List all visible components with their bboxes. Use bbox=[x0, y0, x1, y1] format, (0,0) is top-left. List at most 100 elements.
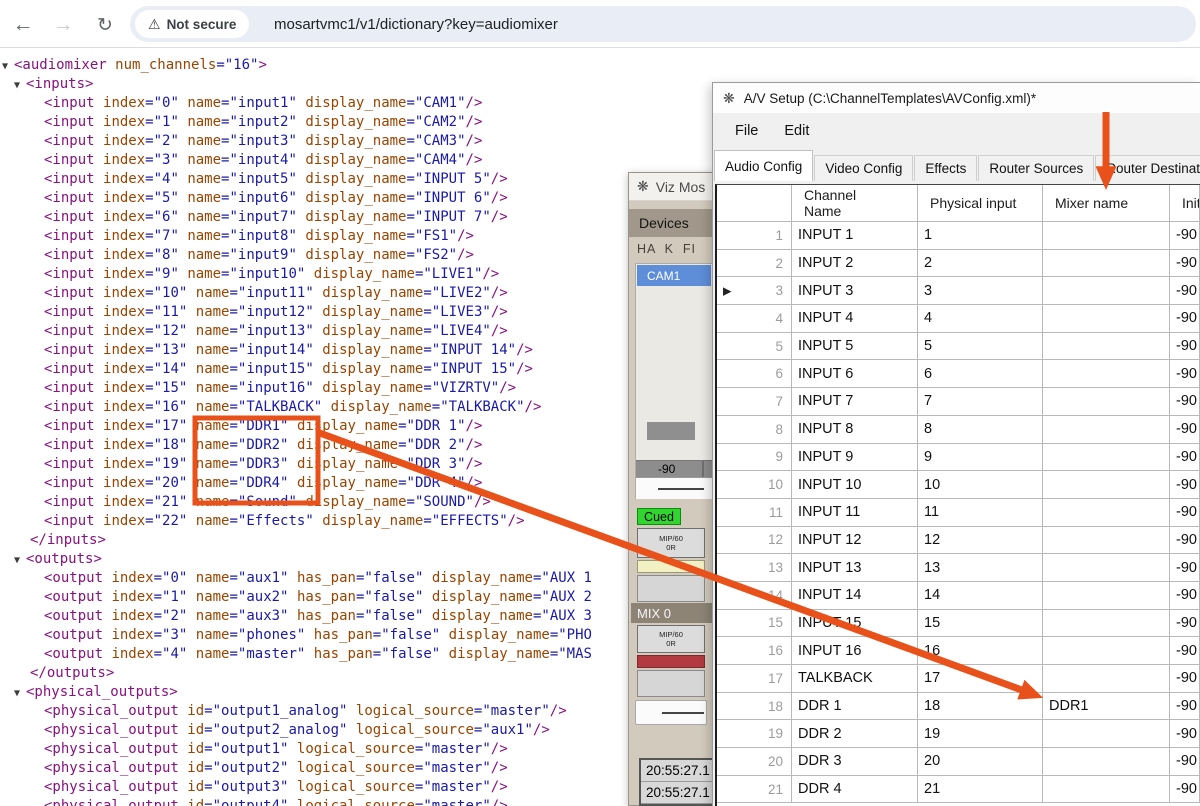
row-header[interactable]: 15 bbox=[717, 610, 792, 638]
column-header-channel-name[interactable]: Channel Name bbox=[792, 185, 918, 222]
physical-input-cell[interactable]: 11 bbox=[918, 499, 1043, 527]
row-header[interactable]: 6 bbox=[717, 360, 792, 388]
initial-level-cell[interactable]: -90 bbox=[1170, 416, 1200, 444]
row-header[interactable]: 9 bbox=[717, 444, 792, 472]
back-icon[interactable]: ← bbox=[8, 10, 38, 40]
device-shortcut-letters[interactable]: HA K FI bbox=[637, 242, 696, 256]
collapse-arrow-icon[interactable]: ▼ bbox=[14, 76, 26, 95]
mixer-name-cell[interactable] bbox=[1043, 444, 1170, 472]
physical-input-cell[interactable]: 8 bbox=[918, 416, 1043, 444]
row-header[interactable]: 1 bbox=[717, 222, 792, 250]
physical-input-cell[interactable]: 21 bbox=[918, 776, 1043, 804]
initial-level-cell[interactable]: -90 bbox=[1170, 693, 1200, 721]
initial-level-cell[interactable]: -90 bbox=[1170, 776, 1200, 804]
mixer-name-cell[interactable]: DDR1 bbox=[1043, 693, 1170, 721]
fader-channel-label[interactable]: CAM1 bbox=[637, 265, 711, 286]
row-header[interactable]: 21 bbox=[717, 776, 792, 804]
row-header[interactable]: 13 bbox=[717, 554, 792, 582]
physical-input-cell[interactable]: 19 bbox=[918, 720, 1043, 748]
row-header[interactable]: 20 bbox=[717, 748, 792, 776]
column-header-initia[interactable]: Initia bbox=[1170, 185, 1200, 222]
collapse-arrow-icon[interactable]: ▼ bbox=[14, 551, 26, 570]
channel-name-cell[interactable]: INPUT 4 bbox=[792, 305, 918, 333]
mixer-name-cell[interactable] bbox=[1043, 554, 1170, 582]
row-header[interactable]: 16 bbox=[717, 637, 792, 665]
reload-icon[interactable]: ↻ bbox=[90, 10, 120, 40]
channel-name-cell[interactable]: INPUT 12 bbox=[792, 527, 918, 555]
channel-name-cell[interactable]: INPUT 2 bbox=[792, 250, 918, 278]
physical-input-cell[interactable]: 7 bbox=[918, 388, 1043, 416]
physical-input-cell[interactable]: 2 bbox=[918, 250, 1043, 278]
mixer-name-cell[interactable] bbox=[1043, 277, 1170, 305]
physical-input-cell[interactable]: 20 bbox=[918, 748, 1043, 776]
channel-name-cell[interactable]: TALKBACK bbox=[792, 665, 918, 693]
initial-level-cell[interactable]: -90 bbox=[1170, 637, 1200, 665]
row-header[interactable]: 17 bbox=[717, 665, 792, 693]
column-header-row-selector[interactable] bbox=[717, 185, 792, 222]
initial-level-cell[interactable]: -90 bbox=[1170, 665, 1200, 693]
mixer-name-cell[interactable] bbox=[1043, 222, 1170, 250]
column-header-mixer-name[interactable]: Mixer name bbox=[1043, 185, 1170, 222]
channel-name-cell[interactable]: INPUT 8 bbox=[792, 416, 918, 444]
pan-slider[interactable] bbox=[636, 477, 712, 499]
initial-level-cell[interactable]: -90 bbox=[1170, 222, 1200, 250]
mixer-name-cell[interactable] bbox=[1043, 360, 1170, 388]
row-header[interactable]: 5 bbox=[717, 333, 792, 361]
initial-level-cell[interactable]: -90 bbox=[1170, 554, 1200, 582]
row-header[interactable]: 11 bbox=[717, 499, 792, 527]
tab-router-destinations[interactable]: Router Destinations bbox=[1095, 155, 1200, 181]
mixer-name-cell[interactable] bbox=[1043, 610, 1170, 638]
mixer-name-cell[interactable] bbox=[1043, 499, 1170, 527]
column-header-physical-input[interactable]: Physical input bbox=[918, 185, 1043, 222]
physical-input-cell[interactable]: 14 bbox=[918, 582, 1043, 610]
collapse-arrow-icon[interactable]: ▼ bbox=[14, 684, 26, 703]
physical-input-cell[interactable]: 4 bbox=[918, 305, 1043, 333]
mixer-name-cell[interactable] bbox=[1043, 416, 1170, 444]
row-header[interactable]: 8 bbox=[717, 416, 792, 444]
channel-name-cell[interactable]: INPUT 10 bbox=[792, 471, 918, 499]
mixer-name-cell[interactable] bbox=[1043, 388, 1170, 416]
physical-input-cell[interactable]: 16 bbox=[918, 637, 1043, 665]
physical-input-cell[interactable]: 5 bbox=[918, 333, 1043, 361]
mixer-name-cell[interactable] bbox=[1043, 250, 1170, 278]
channel-name-cell[interactable]: INPUT 7 bbox=[792, 388, 918, 416]
channel-name-cell[interactable]: INPUT 11 bbox=[792, 499, 918, 527]
initial-level-cell[interactable]: -90 bbox=[1170, 360, 1200, 388]
initial-level-cell[interactable]: -90 bbox=[1170, 333, 1200, 361]
physical-input-cell[interactable]: 15 bbox=[918, 610, 1043, 638]
av-window-titlebar[interactable]: ❋ A/V Setup (C:\ChannelTemplates\AVConfi… bbox=[713, 83, 1200, 113]
row-header[interactable]: 19 bbox=[717, 720, 792, 748]
row-header[interactable]: 10 bbox=[717, 471, 792, 499]
channel-name-cell[interactable]: INPUT 9 bbox=[792, 444, 918, 472]
channel-name-cell[interactable]: INPUT 14 bbox=[792, 582, 918, 610]
physical-input-cell[interactable]: 18 bbox=[918, 693, 1043, 721]
mixer-name-cell[interactable] bbox=[1043, 637, 1170, 665]
row-header[interactable]: 4 bbox=[717, 305, 792, 333]
mixer-name-cell[interactable] bbox=[1043, 776, 1170, 804]
channel-name-cell[interactable]: INPUT 3 bbox=[792, 277, 918, 305]
mixer-name-cell[interactable] bbox=[1043, 305, 1170, 333]
security-chip[interactable]: ⚠ Not secure bbox=[135, 10, 249, 38]
channel-name-cell[interactable]: INPUT 13 bbox=[792, 554, 918, 582]
initial-level-cell[interactable]: -90 bbox=[1170, 582, 1200, 610]
row-header[interactable]: 14 bbox=[717, 582, 792, 610]
grey-panel-2[interactable] bbox=[637, 670, 705, 697]
initial-level-cell[interactable]: -90 bbox=[1170, 388, 1200, 416]
physical-input-cell[interactable]: 12 bbox=[918, 527, 1043, 555]
mixer-name-cell[interactable] bbox=[1043, 720, 1170, 748]
fader-handle[interactable] bbox=[647, 422, 695, 440]
row-header[interactable]: 12 bbox=[717, 527, 792, 555]
initial-level-cell[interactable]: -90 bbox=[1170, 277, 1200, 305]
physical-input-cell[interactable]: 6 bbox=[918, 360, 1043, 388]
channel-name-cell[interactable]: DDR 3 bbox=[792, 748, 918, 776]
crossfade-slider[interactable] bbox=[635, 700, 707, 725]
physical-input-cell[interactable]: 3 bbox=[918, 277, 1043, 305]
mixer-name-cell[interactable] bbox=[1043, 527, 1170, 555]
initial-level-cell[interactable]: -90 bbox=[1170, 527, 1200, 555]
address-bar[interactable]: ⚠ Not secure mosartvmc1/v1/dictionary?ke… bbox=[130, 6, 1196, 42]
mix-minus-button[interactable]: MIP/60 0R bbox=[637, 528, 705, 558]
physical-input-cell[interactable]: 1 bbox=[918, 222, 1043, 250]
grey-panel-1[interactable] bbox=[637, 575, 705, 602]
channel-name-cell[interactable]: INPUT 15 bbox=[792, 610, 918, 638]
physical-input-cell[interactable]: 10 bbox=[918, 471, 1043, 499]
